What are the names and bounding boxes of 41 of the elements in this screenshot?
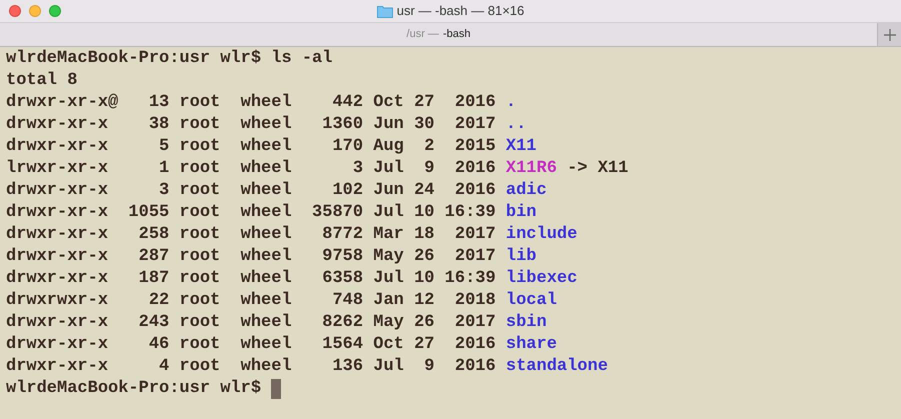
output-line: total 8 [6, 70, 78, 92]
minimize-button[interactable] [29, 5, 41, 17]
listing-details: drwxr-xr-x 46 root wheel 1564 Oct 27 2016 [6, 334, 497, 356]
symlink-target: -> X11 [566, 158, 628, 180]
directory-name: local [506, 290, 557, 312]
listing-details: drwxr-xr-x@ 13 root wheel 442 Oct 27 2016 [6, 92, 497, 114]
listing-details: lrwxr-xr-x 1 root wheel 3 Jul 9 2016 [6, 158, 497, 180]
directory-name: libexec [506, 268, 578, 290]
listing-details: drwxr-xr-x 243 root wheel 8262 May 26 2017 [6, 312, 497, 334]
directory-name: include [506, 224, 578, 246]
listing-details: drwxr-xr-x 3 root wheel 102 Jun 24 2016 [6, 180, 497, 202]
window-title: usr — -bash — 81×16 [396, 2, 524, 20]
listing-details: drwxr-xr-x 258 root wheel 8772 Mar 18 2017 [6, 224, 497, 246]
tab-path: /usr — [406, 27, 439, 42]
listing-details: drwxrwxr-x 22 root wheel 748 Jan 12 2018 [6, 290, 497, 312]
listing-details: drwxr-xr-x 1055 root wheel 35870 Jul 10 16:39 [6, 202, 497, 224]
command-line: wlrdeMacBook-Pro:usr wlr$ [6, 378, 262, 400]
plus-icon [884, 28, 896, 40]
terminal-tab[interactable]: /usr — -bash [0, 23, 877, 46]
listing-details: drwxr-xr-x 4 root wheel 136 Jul 9 2016 [6, 356, 497, 378]
listing-details: drwxr-xr-x 287 root wheel 9758 May 26 2017 [6, 246, 497, 268]
listing-details: drwxr-xr-x 187 root wheel 6358 Jul 10 16:39 [6, 268, 497, 290]
directory-name: X11 [506, 136, 536, 158]
directory-name: share [506, 334, 557, 356]
directory-name: . [506, 92, 516, 114]
directory-name: adic [506, 180, 547, 202]
listing-details: drwxr-xr-x 38 root wheel 1360 Jun 30 2017 [6, 114, 497, 136]
directory-name: sbin [506, 312, 547, 334]
text-cursor [271, 379, 282, 399]
directory-name: bin [506, 202, 536, 224]
close-button[interactable] [9, 5, 21, 17]
directory-name: standalone [506, 356, 608, 378]
directory-name: .. [506, 114, 526, 136]
new-tab-button[interactable] [877, 23, 901, 46]
symlink-name: X11R6 [506, 158, 557, 180]
tab-command: -bash [442, 27, 470, 42]
listing-details: drwxr-xr-x 5 root wheel 170 Aug 2 2015 [6, 136, 497, 158]
zoom-button[interactable] [49, 5, 61, 17]
command-line: wlrdeMacBook-Pro:usr wlr$ ls -al [6, 48, 332, 70]
directory-name: lib [506, 246, 536, 268]
folder-icon [376, 4, 393, 18]
